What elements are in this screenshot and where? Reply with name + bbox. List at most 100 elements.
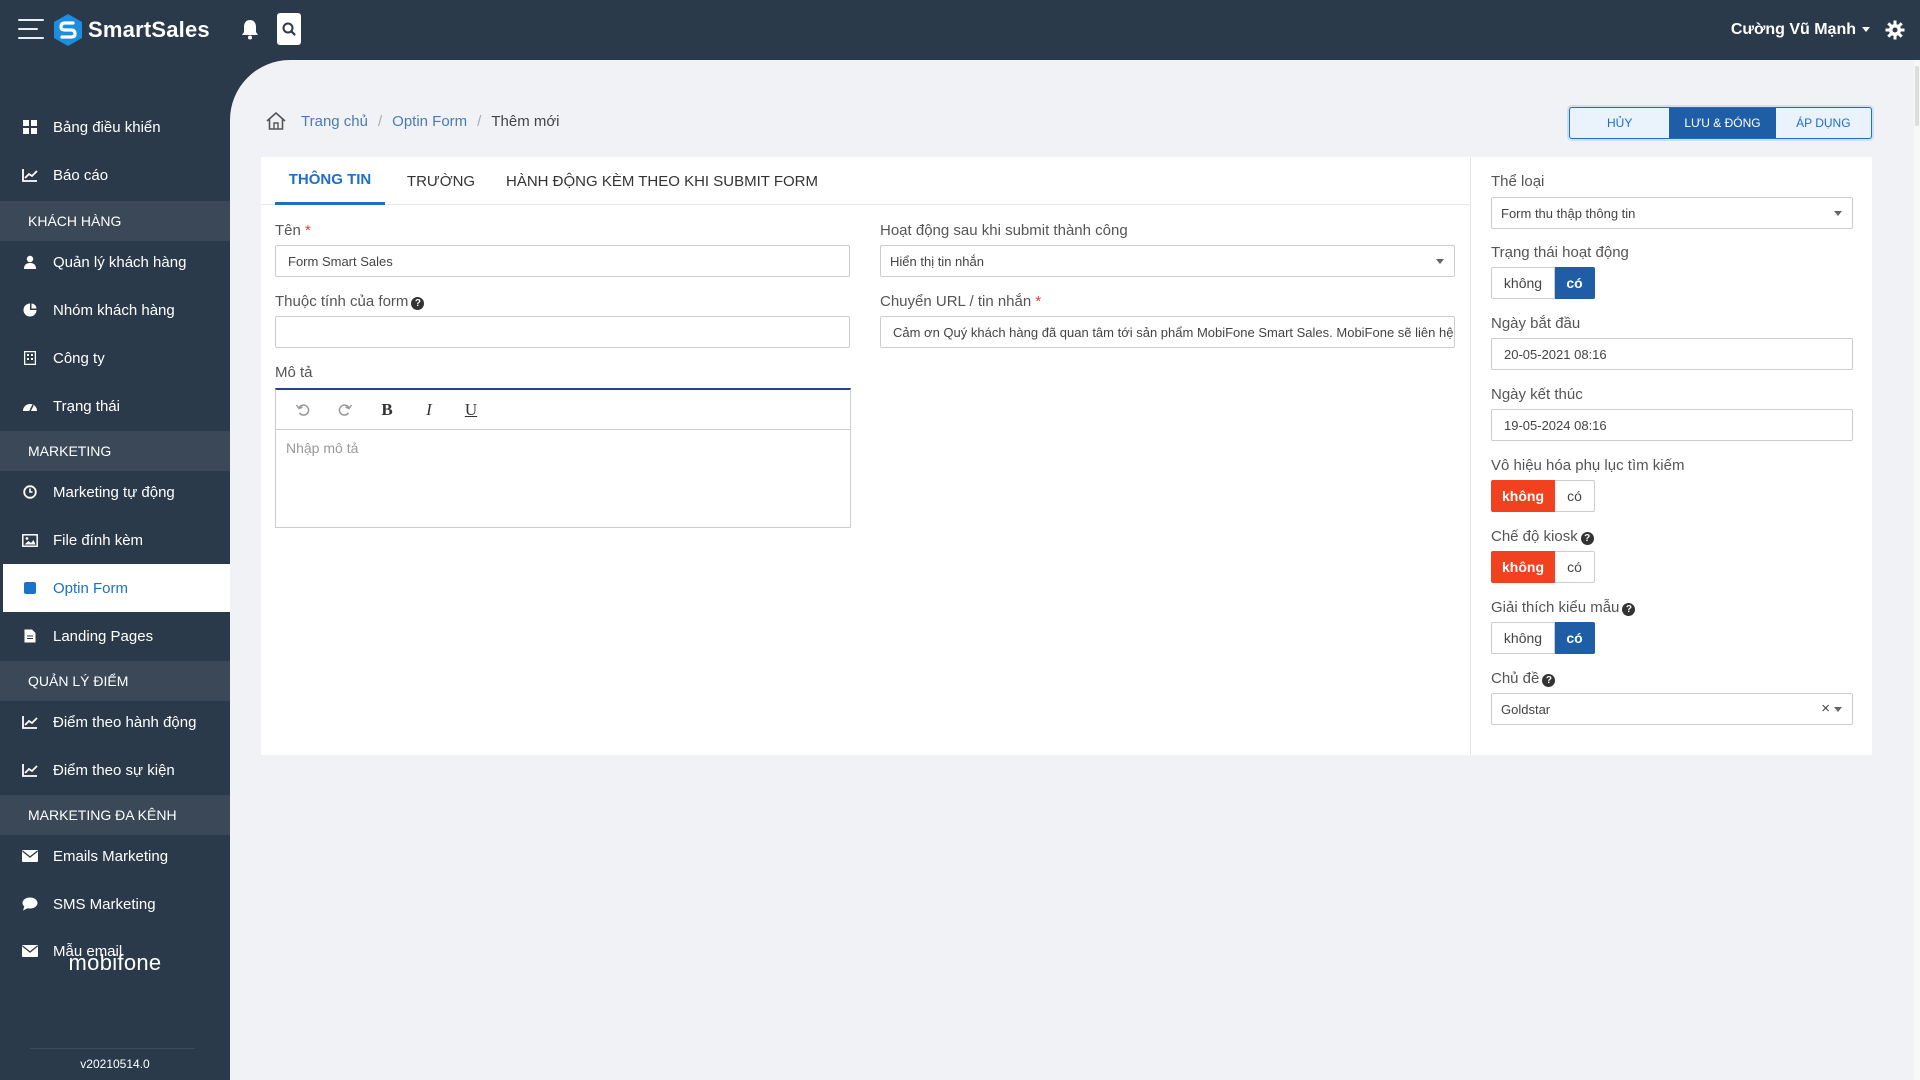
line-chart-icon <box>22 167 38 183</box>
search-button[interactable] <box>277 13 301 45</box>
description-editor: B I U Nhập mô tả <box>275 388 851 528</box>
sidebar-section-points: QUẢN LÝ ĐIỂM <box>0 661 230 701</box>
gear-icon[interactable] <box>1884 19 1906 41</box>
sidebar-item-label: Landing Pages <box>53 627 154 645</box>
clear-icon[interactable]: × <box>1821 700 1830 717</box>
redo-icon[interactable] <box>332 397 358 423</box>
sidebar-item-label: Bảng điều khiển <box>53 118 161 136</box>
sidebar-item-points-by-event[interactable]: Điểm theo sự kiện <box>0 746 230 794</box>
sidebar: Bảng điều khiển Báo cáo KHÁCH HÀNG Quản … <box>0 60 230 1080</box>
envelope-icon <box>22 848 38 864</box>
active-status-no[interactable]: không <box>1491 267 1555 299</box>
sidebar-item-label: Marketing tự động <box>53 483 175 501</box>
breadcrumb-separator: / <box>377 112 383 130</box>
hamburger-menu-icon[interactable] <box>18 19 44 39</box>
kiosk-mode-no[interactable]: không <box>1491 551 1555 583</box>
sidebar-item-customer-groups[interactable]: Nhóm khách hàng <box>0 286 230 334</box>
user-icon <box>22 254 38 270</box>
sidebar-item-reports[interactable]: Báo cáo <box>0 151 230 199</box>
disable-search-index-yes[interactable]: có <box>1555 480 1595 512</box>
tab-submit-actions[interactable]: HÀNH ĐỘNG KÈM THEO KHI SUBMIT FORM <box>497 157 827 205</box>
comment-icon <box>22 896 38 912</box>
sidebar-item-email-marketing[interactable]: Emails Marketing <box>0 832 230 880</box>
description-textarea[interactable]: Nhập mô tả <box>276 430 850 466</box>
save-and-close-button[interactable]: LƯU & ĐÓNG <box>1669 108 1776 138</box>
editor-toolbar: B I U <box>276 390 850 430</box>
help-icon[interactable]: ? <box>1622 603 1636 616</box>
chevron-down-icon[interactable] <box>1862 27 1870 32</box>
template-explain-label-text: Giải thích kiểu mẫu <box>1491 599 1620 616</box>
breadcrumb-separator: / <box>477 112 482 130</box>
user-menu[interactable]: Cường Vũ Mạnh <box>1731 21 1856 39</box>
help-icon[interactable]: ? <box>1580 532 1594 545</box>
theme-label-text: Chủ đề <box>1491 670 1540 687</box>
mobifone-logo: mobifone <box>68 950 162 975</box>
template-explain-label: Giải thích kiểu mẫu? <box>1491 599 1636 616</box>
italic-icon[interactable]: I <box>416 397 442 423</box>
gauge-icon <box>22 398 38 414</box>
start-date-input[interactable]: 20-05-2021 08:16 <box>1491 338 1853 370</box>
disable-search-index-no[interactable]: không <box>1491 480 1555 512</box>
form-attributes-input[interactable] <box>275 316 850 348</box>
sidebar-item-marketing-automation[interactable]: Marketing tự động <box>0 468 230 516</box>
help-icon[interactable]: ? <box>411 297 425 310</box>
form-attributes-label: Thuộc tính của form? <box>275 293 425 310</box>
theme-select[interactable]: Goldstar × <box>1491 693 1853 725</box>
after-submit-select[interactable]: Hiển thị tin nhắn <box>880 245 1455 277</box>
sidebar-footer-divider <box>30 1048 195 1049</box>
sidebar-item-attachments[interactable]: File đính kèm <box>0 516 230 564</box>
tab-fields[interactable]: TRƯỜNG <box>401 157 481 205</box>
breadcrumb-optin-form-link[interactable]: Optin Form <box>392 113 467 130</box>
help-icon[interactable]: ? <box>1542 674 1556 687</box>
clock-icon <box>22 484 38 500</box>
active-status-yes[interactable]: có <box>1555 267 1595 299</box>
sidebar-item-landing-pages[interactable]: Landing Pages <box>0 612 230 660</box>
sidebar-section-marketing: MARKETING <box>0 431 230 471</box>
sidebar-item-dashboard[interactable]: Bảng điều khiển <box>0 103 230 151</box>
theme-label: Chủ đề? <box>1491 670 1556 687</box>
category-label: Thể loại <box>1491 173 1545 190</box>
sidebar-item-sms-marketing[interactable]: SMS Marketing <box>0 880 230 928</box>
end-date-input[interactable]: 19-05-2024 08:16 <box>1491 409 1853 441</box>
search-icon <box>282 22 296 36</box>
required-marker: * <box>1035 293 1042 310</box>
required-marker: * <box>305 222 311 239</box>
kiosk-mode-yes[interactable]: có <box>1555 551 1595 583</box>
underline-icon[interactable]: U <box>458 397 484 423</box>
card-column-divider <box>1470 157 1471 755</box>
page-scrollbar[interactable] <box>1914 60 1920 1080</box>
breadcrumb-home-link[interactable]: Trang chủ <box>301 113 368 130</box>
sidebar-item-status[interactable]: Trạng thái <box>0 382 230 430</box>
active-status-toggle: không có <box>1491 267 1595 299</box>
breadcrumb: Trang chủ / Optin Form / Thêm mới <box>265 110 560 132</box>
template-explain-yes[interactable]: có <box>1555 622 1595 654</box>
file-icon <box>22 628 38 644</box>
redirect-message-input[interactable]: Cảm ơn Quý khách hàng đã quan tâm tới sả… <box>880 316 1455 348</box>
after-submit-value: Hiển thị tin nhắn <box>890 253 984 269</box>
brand-name[interactable]: SmartSales <box>88 17 210 43</box>
home-icon[interactable] <box>265 110 287 132</box>
sidebar-item-label: Emails Marketing <box>53 847 169 865</box>
sidebar-item-label: Nhóm khách hàng <box>53 301 175 319</box>
sidebar-item-label: Điểm theo sự kiện <box>53 761 175 779</box>
sidebar-item-label: File đính kèm <box>53 531 144 549</box>
undo-icon[interactable] <box>290 397 316 423</box>
sidebar-item-optin-form[interactable]: Optin Form <box>3 564 230 612</box>
category-select[interactable]: Form thu thập thông tin <box>1491 197 1853 229</box>
scrollbar-thumb[interactable] <box>1915 66 1919 126</box>
tab-info[interactable]: THÔNG TIN <box>275 157 385 205</box>
sidebar-item-points-by-action[interactable]: Điểm theo hành động <box>0 698 230 746</box>
smartsales-logo-icon[interactable] <box>52 13 84 47</box>
sidebar-item-customer-management[interactable]: Quản lý khách hàng <box>0 238 230 286</box>
name-input[interactable]: Form Smart Sales <box>275 245 850 277</box>
cancel-button[interactable]: HỦY <box>1570 108 1669 138</box>
template-explain-no[interactable]: không <box>1491 622 1555 654</box>
kiosk-mode-toggle: không có <box>1491 551 1595 583</box>
image-icon <box>22 532 38 548</box>
sidebar-item-companies[interactable]: Công ty <box>0 334 230 382</box>
bold-icon[interactable]: B <box>374 397 400 423</box>
notification-bell-icon[interactable] <box>240 18 260 40</box>
apply-button[interactable]: ÁP DỤNG <box>1776 108 1871 138</box>
pie-chart-icon <box>22 302 38 318</box>
sidebar-item-label: Quản lý khách hàng <box>53 253 187 271</box>
